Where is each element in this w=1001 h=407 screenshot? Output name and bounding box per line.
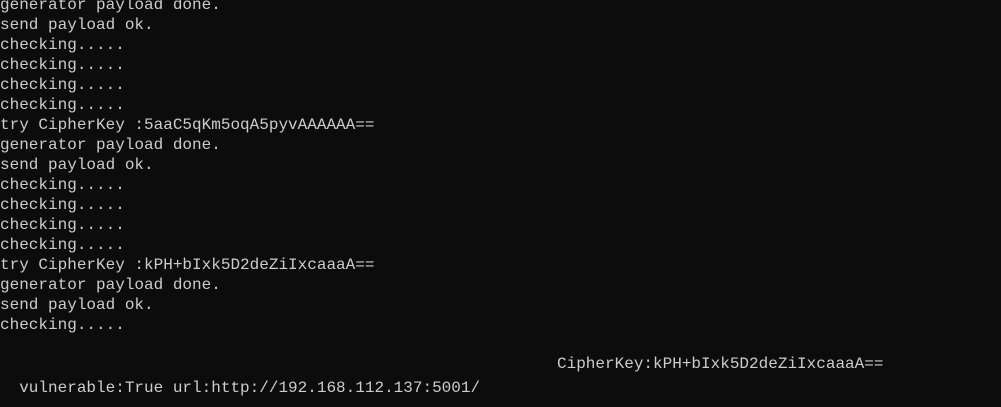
cipherkey-result: CipherKey:kPH+bIxk5D2deZiIxcaaaA==	[557, 355, 884, 373]
terminal-line: try CipherKey :kPH+bIxk5D2deZiIxcaaaA==	[0, 256, 375, 274]
terminal-window: { "terminal": { "lines": [ "generator pa…	[0, 0, 1001, 407]
terminal-line: checking.....	[0, 36, 125, 54]
terminal-line: checking.....	[0, 196, 125, 214]
terminal-line: send payload ok.	[0, 296, 154, 314]
terminal-line: generator payload done.	[0, 0, 221, 14]
terminal-line: send payload ok.	[0, 16, 154, 34]
terminal-line: checking.....	[0, 216, 125, 234]
terminal-line: checking.....	[0, 236, 125, 254]
vulnerable-result: vulnerable:True url:http://192.168.112.1…	[19, 379, 481, 397]
terminal-line: checking.....	[0, 76, 125, 94]
terminal-line: checking.....	[0, 96, 125, 114]
terminal-line: checking.....	[0, 316, 125, 334]
terminal-line: send payload ok.	[0, 156, 154, 174]
terminal-line: try CipherKey :5aaC5qKm5oqA5pyvAAAAAA==	[0, 116, 375, 134]
terminal-line: checking.....	[0, 176, 125, 194]
result-line: vulnerable:True url:http://192.168.112.1…	[0, 352, 1001, 397]
terminal-line: generator payload done.	[0, 276, 221, 294]
terminal-output: generator payload done. send payload ok.…	[0, 0, 1001, 407]
terminal-line: checking.....	[0, 56, 125, 74]
terminal-line: generator payload done.	[0, 136, 221, 154]
